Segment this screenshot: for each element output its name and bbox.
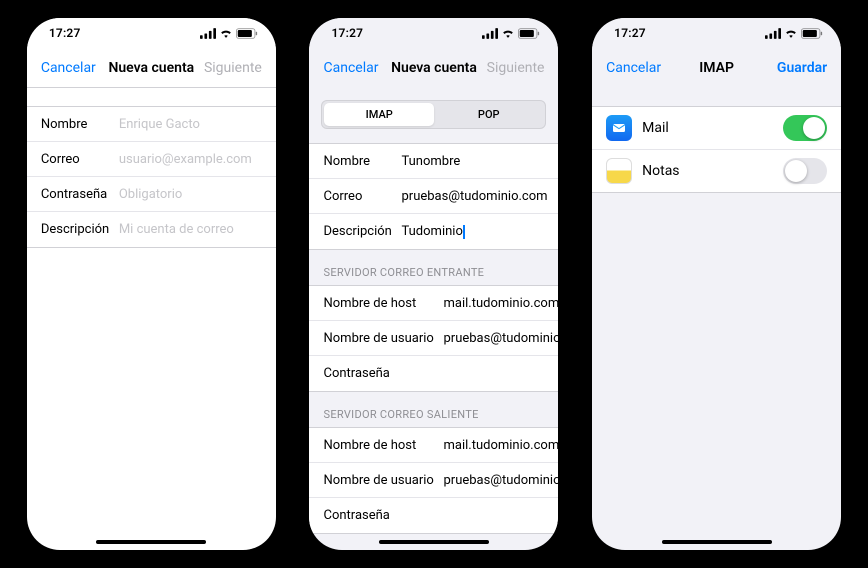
out-user-label: Nombre de usuario [323, 473, 443, 488]
status-bar: 17:27 [27, 18, 276, 48]
nav-title: Nueva cuenta [381, 60, 486, 76]
in-user-row[interactable]: Nombre de usuario [309, 321, 558, 356]
description-label: Descripción [323, 224, 401, 239]
status-indicators [765, 28, 823, 39]
tab-imap[interactable]: IMAP [324, 103, 434, 126]
outgoing-group: Nombre de host Nombre de usuario Contras… [309, 427, 558, 534]
email-label: Correo [41, 152, 119, 167]
status-time: 17:27 [331, 26, 363, 40]
cancel-button[interactable]: Cancelar [41, 60, 99, 76]
out-pwd-label: Contraseña [323, 508, 443, 523]
nav-title: IMAP [664, 60, 769, 76]
wifi-icon [501, 28, 515, 39]
email-input[interactable] [401, 189, 558, 204]
services-group: Mail Notas [592, 106, 841, 193]
description-row[interactable]: Descripción Tudominio [309, 214, 558, 249]
mail-icon [606, 115, 632, 141]
status-bar: 17:27 [309, 18, 558, 48]
in-host-row[interactable]: Nombre de host [309, 286, 558, 321]
notes-toggle[interactable] [783, 158, 827, 184]
in-pwd-input[interactable] [443, 366, 558, 381]
description-label: Descripción [41, 222, 119, 237]
home-indicator[interactable] [379, 540, 489, 544]
signal-icon [482, 28, 498, 39]
status-bar: 17:27 [592, 18, 841, 48]
notes-toggle-row: Notas [592, 150, 841, 192]
description-row[interactable]: Descripción [27, 212, 276, 247]
password-label: Contraseña [41, 187, 119, 202]
basic-group: Nombre Correo Descripción Tudominio [309, 143, 558, 250]
out-pwd-row[interactable]: Contraseña [309, 498, 558, 533]
email-input[interactable] [119, 152, 276, 167]
out-user-input[interactable] [443, 473, 558, 488]
battery-icon [236, 28, 258, 39]
in-pwd-row[interactable]: Contraseña [309, 356, 558, 391]
content: IMAP POP Nombre Correo Descripción Tudom… [309, 88, 558, 550]
in-user-input[interactable] [443, 331, 558, 346]
incoming-header: SERVIDOR CORREO ENTRANTE [309, 250, 558, 285]
incoming-group: Nombre de host Nombre de usuario Contras… [309, 285, 558, 392]
navbar: Cancelar Nueva cuenta Siguiente [309, 48, 558, 88]
description-input[interactable] [119, 222, 276, 237]
email-row[interactable]: Correo [27, 142, 276, 177]
out-host-label: Nombre de host [323, 438, 443, 453]
content: Nombre Correo Contraseña Descripción [27, 88, 276, 550]
in-host-label: Nombre de host [323, 296, 443, 311]
out-pwd-input[interactable] [443, 508, 558, 523]
navbar: Cancelar Nueva cuenta Siguiente [27, 48, 276, 88]
name-input[interactable] [119, 117, 276, 132]
name-label: Nombre [323, 154, 401, 169]
next-button[interactable]: Siguiente [486, 60, 544, 76]
out-user-row[interactable]: Nombre de usuario [309, 463, 558, 498]
navbar: Cancelar IMAP Guardar [592, 48, 841, 88]
outgoing-header: SERVIDOR CORREO SALIENTE [309, 392, 558, 427]
name-input[interactable] [401, 154, 558, 169]
text-cursor [463, 225, 465, 239]
signal-icon [200, 28, 216, 39]
tab-pop[interactable]: POP [434, 103, 544, 126]
in-user-label: Nombre de usuario [323, 331, 443, 346]
status-indicators [482, 28, 540, 39]
description-value[interactable]: Tudominio [401, 224, 464, 239]
content: Mail Notas [592, 88, 841, 550]
mail-toggle-row: Mail [592, 107, 841, 150]
password-input[interactable] [119, 187, 276, 202]
account-form-group: Nombre Correo Contraseña Descripción [27, 106, 276, 248]
next-button[interactable]: Siguiente [204, 60, 262, 76]
signal-icon [765, 28, 781, 39]
notes-label: Notas [642, 163, 783, 179]
mail-toggle[interactable] [783, 115, 827, 141]
status-time: 17:27 [614, 26, 646, 40]
wifi-icon [219, 28, 233, 39]
mail-label: Mail [642, 120, 783, 136]
status-indicators [200, 28, 258, 39]
status-time: 17:27 [49, 26, 81, 40]
wifi-icon [784, 28, 798, 39]
name-label: Nombre [41, 117, 119, 132]
nav-title: Nueva cuenta [99, 60, 204, 76]
protocol-segmented-control[interactable]: IMAP POP [321, 100, 546, 129]
password-row[interactable]: Contraseña [27, 177, 276, 212]
home-indicator[interactable] [662, 540, 772, 544]
out-host-input[interactable] [443, 438, 558, 453]
email-row[interactable]: Correo [309, 179, 558, 214]
in-pwd-label: Contraseña [323, 366, 443, 381]
in-host-input[interactable] [443, 296, 558, 311]
battery-icon [518, 28, 540, 39]
battery-icon [801, 28, 823, 39]
out-host-row[interactable]: Nombre de host [309, 428, 558, 463]
name-row[interactable]: Nombre [27, 107, 276, 142]
name-row[interactable]: Nombre [309, 144, 558, 179]
cancel-button[interactable]: Cancelar [323, 60, 381, 76]
notes-icon [606, 158, 632, 184]
save-button[interactable]: Guardar [769, 60, 827, 76]
email-label: Correo [323, 189, 401, 204]
home-indicator[interactable] [96, 540, 206, 544]
cancel-button[interactable]: Cancelar [606, 60, 664, 76]
